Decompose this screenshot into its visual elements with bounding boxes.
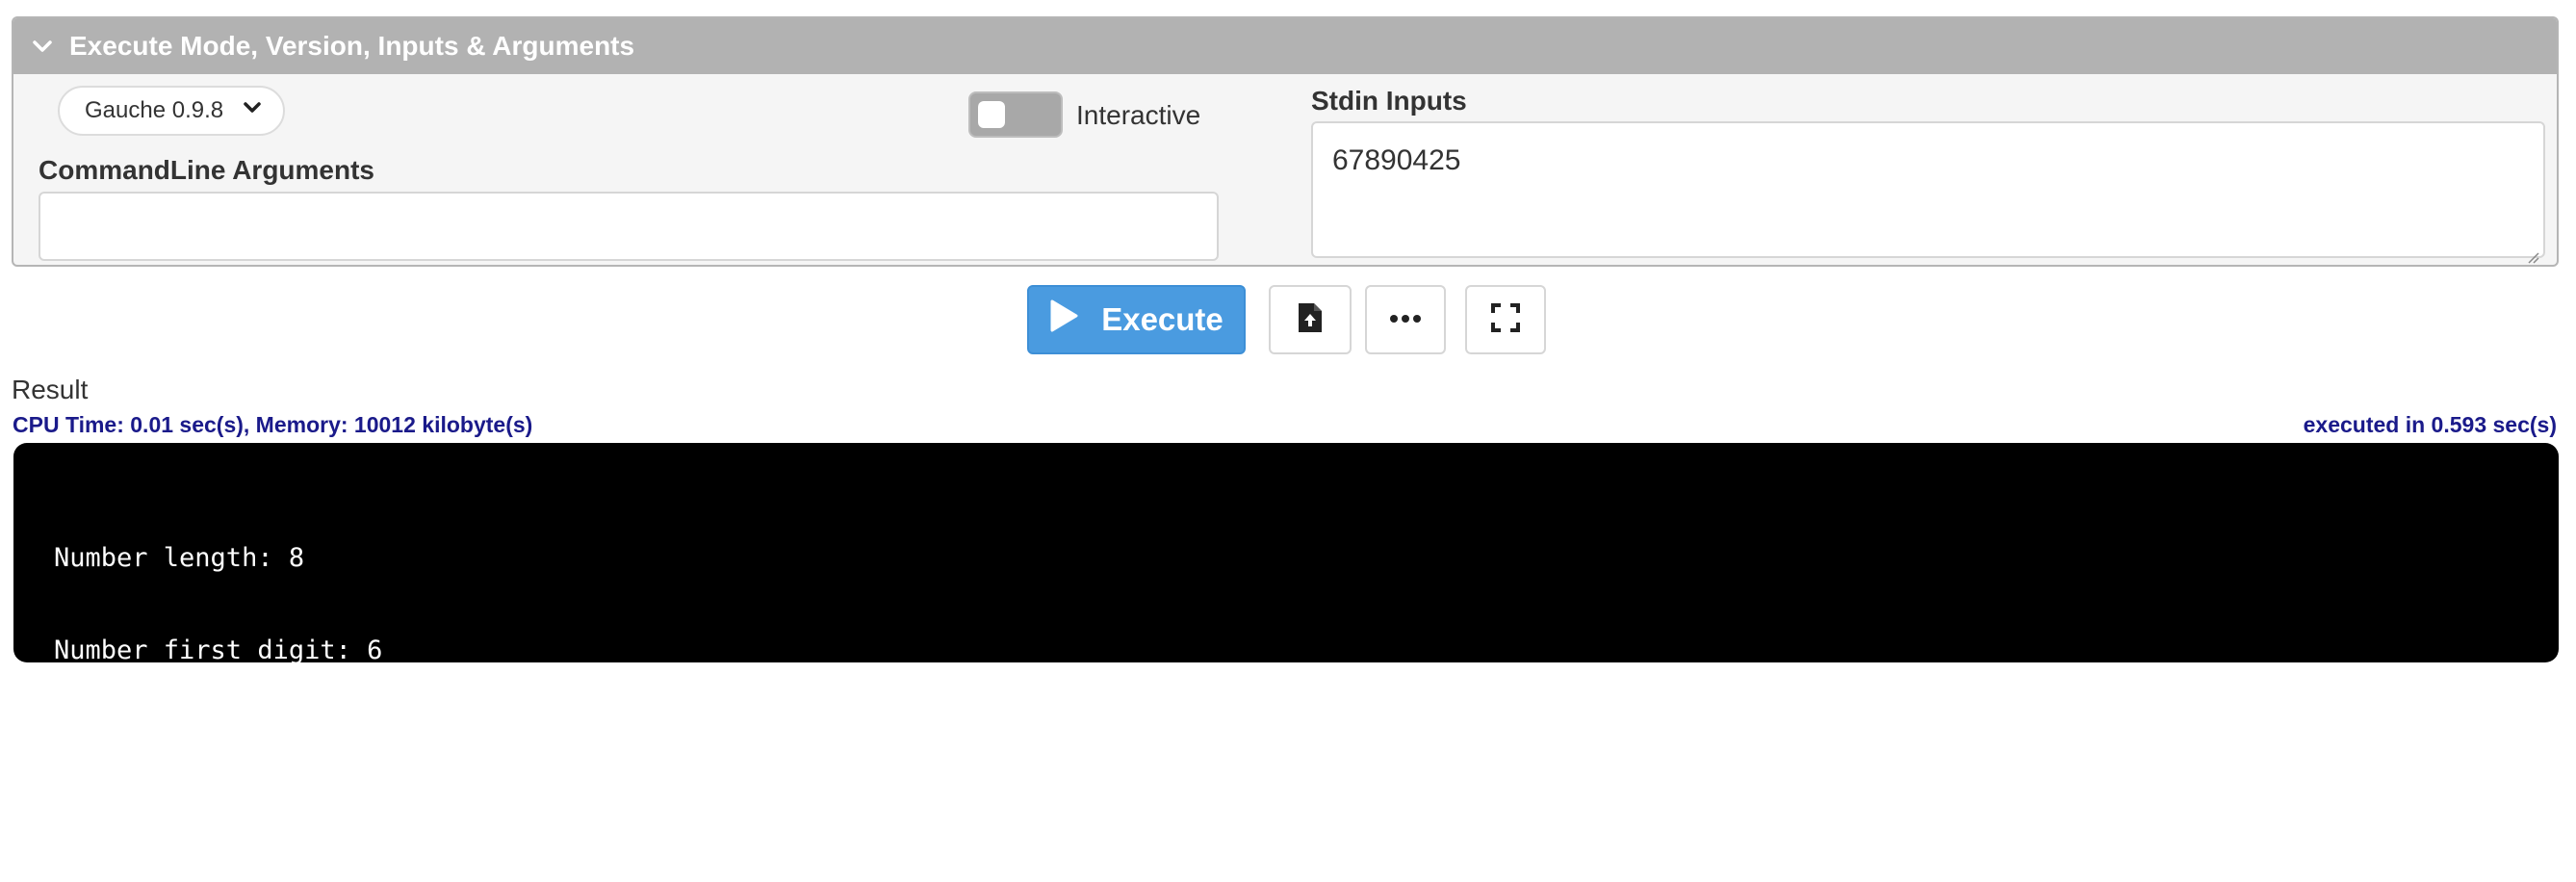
cmd-args-label: CommandLine Arguments [39,155,374,185]
panel-header[interactable]: Execute Mode, Version, Inputs & Argument… [13,18,2557,74]
version-select-value: Gauche 0.9.8 [85,97,224,123]
cpu-memory-stats: CPU Time: 0.01 sec(s), Memory: 10012 kil… [13,412,533,437]
stdin-textarea[interactable]: 67890425 [1311,121,2545,264]
interactive-label: Interactive [1076,100,1201,130]
stdin-value: 67890425 [1332,144,1461,176]
output-line: Number length: 8 [54,543,305,573]
cmd-args-input[interactable] [39,192,1219,261]
file-upload-icon [1297,301,1324,339]
upload-file-button[interactable] [1269,285,1352,354]
execution-time: executed in 0.593 sec(s) [2303,412,2557,437]
more-options-button[interactable] [1365,285,1446,354]
output-line: Number first digit: 6 [54,636,383,665]
panel-title: Execute Mode, Version, Inputs & Argument… [69,31,635,61]
execute-label: Execute [1101,301,1224,337]
result-label: Result [12,375,89,404]
execute-options-panel: Execute Mode, Version, Inputs & Argument… [12,16,2559,267]
output-line: Sum of digits: 41 [54,820,321,850]
chevron-down-icon [243,97,262,124]
stdin-label: Stdin Inputs [1311,86,1467,116]
play-icon [1049,299,1078,340]
toggle-knob [978,101,1005,128]
expand-icon [1491,302,1520,337]
resize-grip-icon[interactable] [2526,239,2539,264]
fullscreen-button[interactable] [1465,285,1546,354]
interactive-toggle[interactable] [968,91,1063,138]
chevron-down-icon[interactable] [31,35,54,58]
ellipsis-icon [1390,311,1421,328]
output-line: Number last digit: 5 [54,728,368,758]
execute-button[interactable]: Execute [1027,285,1246,354]
output-console: Number length: 8 Number first digit: 6 N… [13,443,2559,850]
version-select[interactable]: Gauche 0.9.8 [58,86,285,136]
